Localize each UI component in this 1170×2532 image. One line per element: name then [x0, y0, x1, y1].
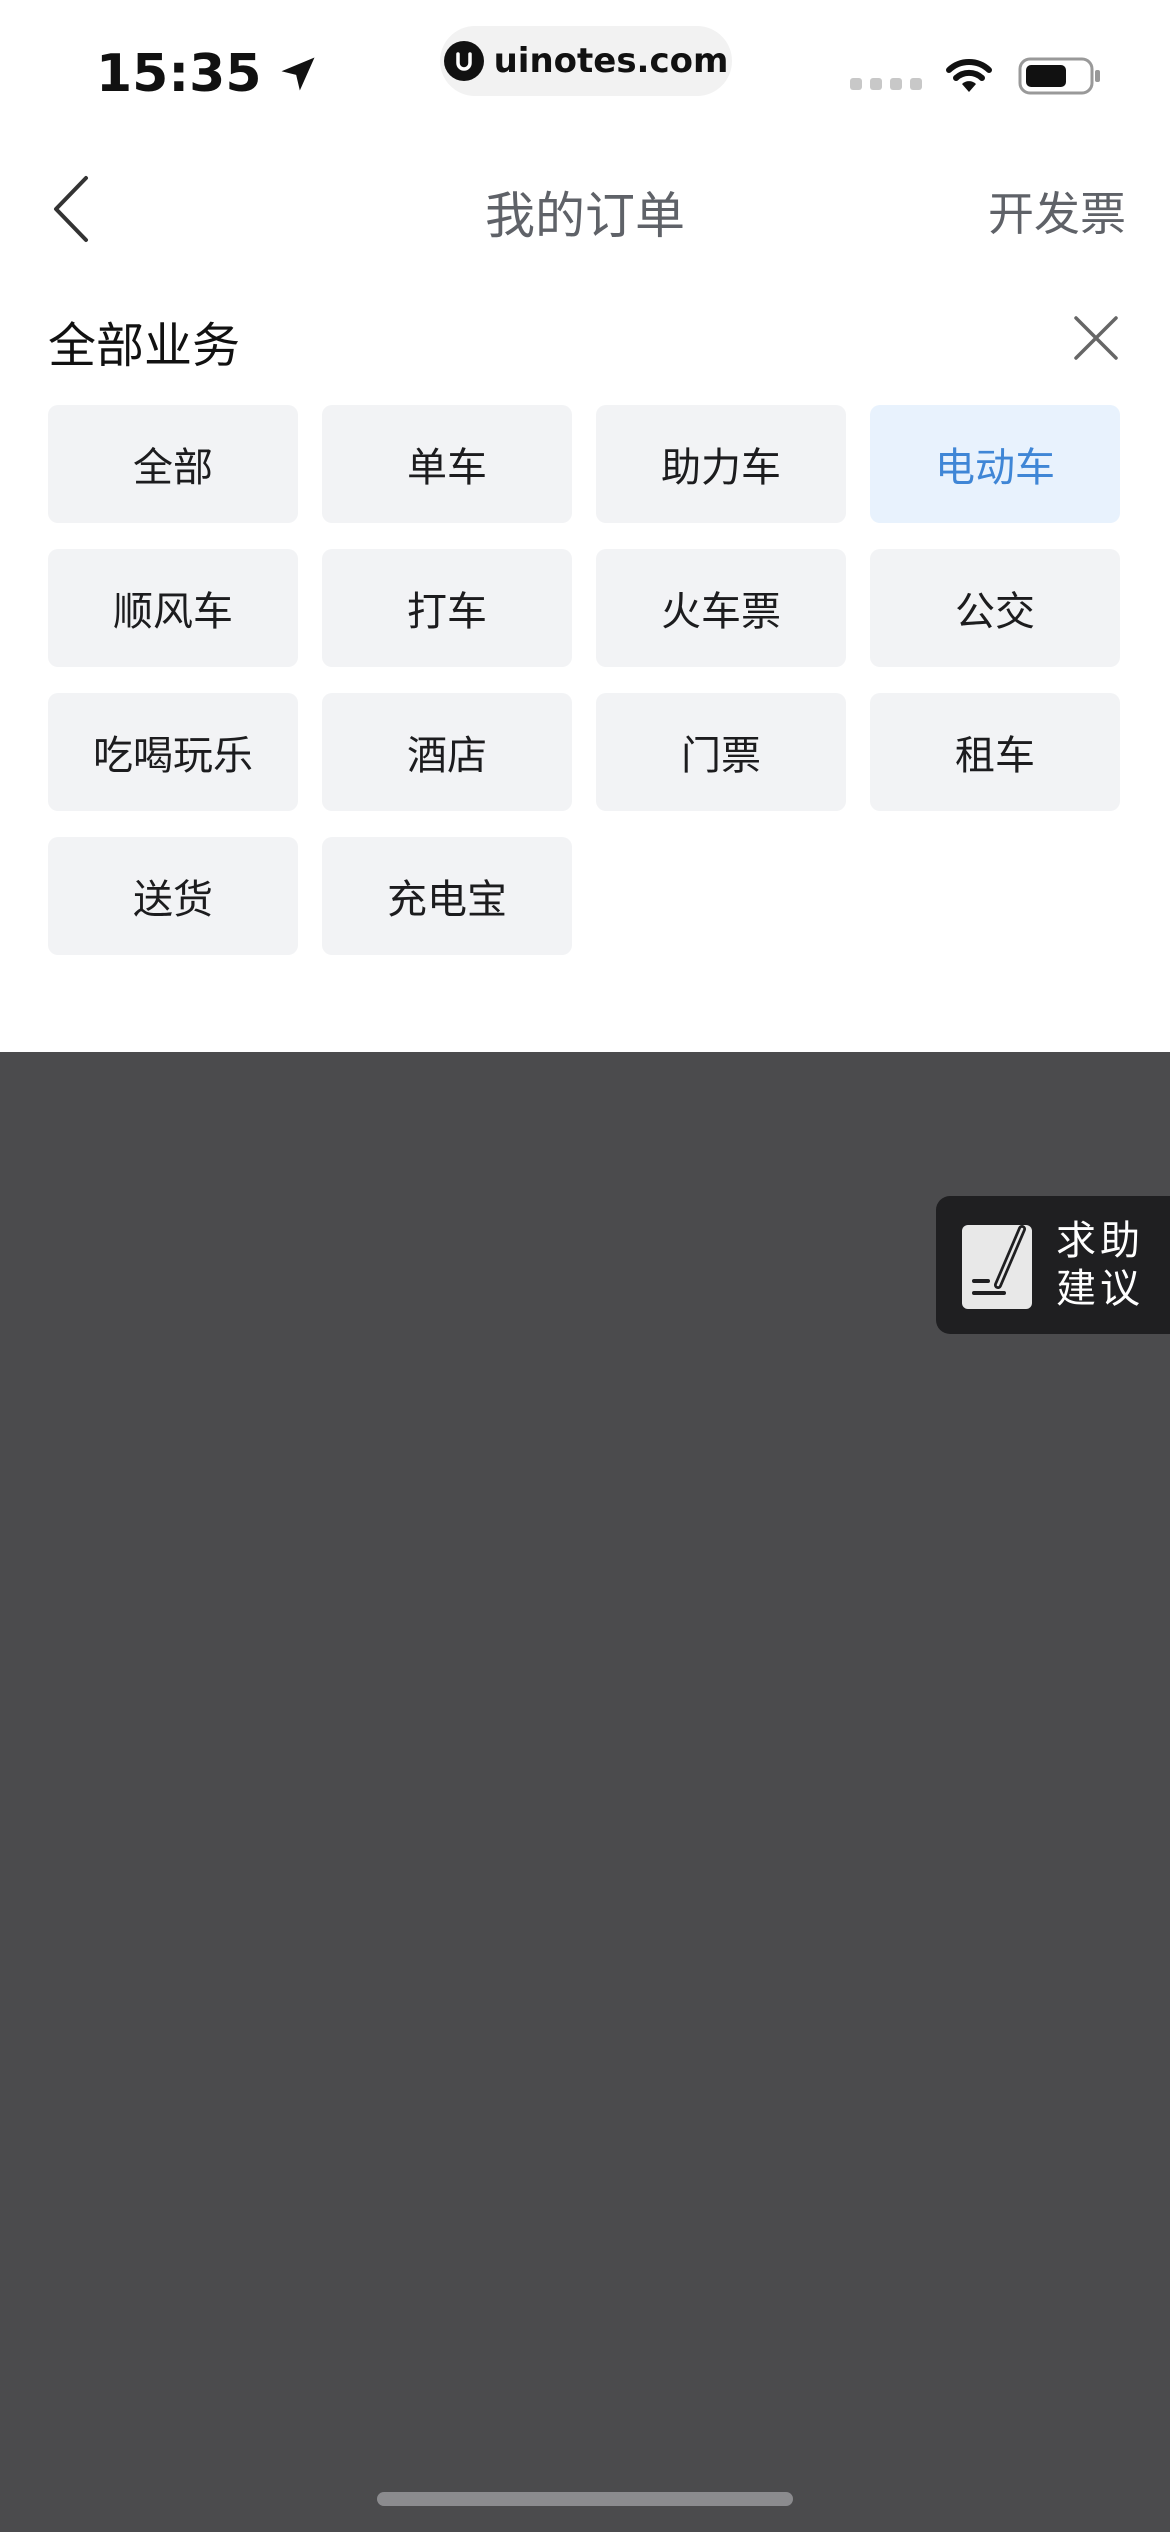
help-text-line1: 求助 [1056, 1218, 1144, 1264]
option-carpool[interactable]: 顺风车 [48, 549, 298, 667]
option-power-bank[interactable]: 充电宝 [322, 837, 572, 955]
status-time-text: 15:35 [96, 44, 262, 104]
status-time: 15:35 [96, 44, 320, 104]
option-delivery[interactable]: 送货 [48, 837, 298, 955]
location-arrow-icon [281, 57, 315, 91]
option-taxi[interactable]: 打车 [322, 549, 572, 667]
site-logo-icon [443, 41, 484, 81]
option-bus[interactable]: 公交 [870, 549, 1120, 667]
option-assist-bike[interactable]: 助力车 [596, 405, 846, 523]
option-tickets[interactable]: 门票 [596, 693, 846, 811]
filter-sheet: 15:35 uinotes.com 我的订单 开发票 全部业务 全部 单车 助力… [0, 0, 1170, 1052]
option-car-rental[interactable]: 租车 [870, 693, 1120, 811]
status-indicators [850, 56, 1102, 96]
option-ebike[interactable]: 电动车 [870, 405, 1120, 523]
battery-icon [1018, 57, 1100, 95]
filter-title: 全部业务 [48, 318, 241, 374]
help-text: 求助 建议 [1056, 1217, 1144, 1313]
help-feedback-button[interactable]: 求助 建议 [936, 1196, 1170, 1334]
business-options: 全部 单车 助力车 电动车 顺风车 打车 火车票 公交 吃喝玩乐 酒店 门票 租… [48, 405, 1122, 955]
url-text: uinotes.com [493, 41, 729, 81]
help-text-line2: 建议 [1056, 1266, 1144, 1312]
url-pill[interactable]: uinotes.com [440, 26, 732, 96]
option-bike[interactable]: 单车 [322, 405, 572, 523]
wifi-icon [946, 59, 992, 92]
signal-icon [850, 78, 922, 90]
option-food-fun[interactable]: 吃喝玩乐 [48, 693, 298, 811]
close-icon[interactable] [1072, 314, 1120, 362]
option-all[interactable]: 全部 [48, 405, 298, 523]
home-indicator [377, 2492, 793, 2506]
feedback-pen-icon [962, 1225, 1032, 1309]
invoice-button[interactable]: 开发票 [988, 178, 1126, 244]
option-hotel[interactable]: 酒店 [322, 693, 572, 811]
option-train-ticket[interactable]: 火车票 [596, 549, 846, 667]
